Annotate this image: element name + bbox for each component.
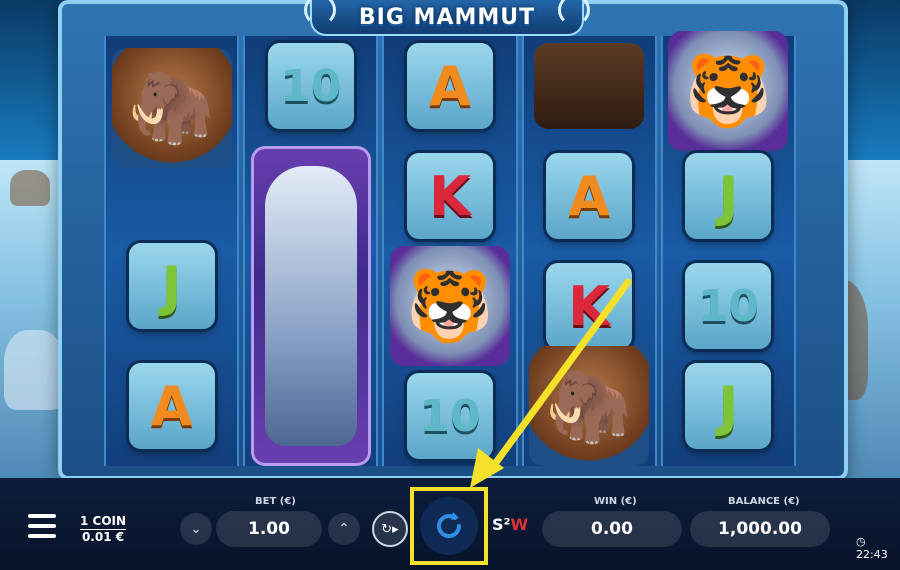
- ten-symbol: 10: [685, 263, 772, 349]
- game-title: BIG MAMMUT: [358, 4, 536, 30]
- sabertooth-symbol: 🐯: [390, 246, 510, 366]
- reel-symbol: [524, 36, 655, 136]
- mammoth-symbol: 🦣: [111, 47, 232, 168]
- ice-boulder: [4, 330, 64, 410]
- spin-refresh-icon: [437, 512, 461, 538]
- hamburger-icon[interactable]: [28, 514, 56, 538]
- sabertooth-body: [265, 166, 358, 446]
- ten-symbol: 10: [407, 373, 493, 459]
- balance-value: 1,000.00: [690, 511, 830, 547]
- boots-symbol: [534, 43, 645, 129]
- provider-logo: S²W: [492, 515, 529, 534]
- menu-line: [28, 514, 56, 518]
- game-title-plate: BIG MAMMUT: [304, 0, 590, 36]
- bet-value: 1.00: [216, 511, 322, 547]
- win-value: 0.00: [542, 511, 682, 547]
- reel-symbol: K: [384, 146, 515, 246]
- reel-symbol: 🦣: [106, 36, 237, 179]
- reel-symbol: A: [384, 36, 515, 136]
- reel-2: 10: [243, 36, 379, 466]
- a-symbol: A: [546, 153, 633, 239]
- j-symbol: J: [685, 363, 772, 449]
- coin-label: 1 COIN: [80, 514, 127, 530]
- sabertooth-symbol: 🐯: [668, 31, 789, 151]
- tall-sabertooth-symbol: [251, 146, 372, 466]
- j-symbol: J: [128, 243, 215, 329]
- balance-label: BALANCE (€): [728, 496, 800, 507]
- chevron-up-icon: ⌃: [338, 521, 350, 537]
- mammoth-symbol: 🦣: [529, 346, 650, 466]
- reel-4: A K 🦣: [521, 36, 657, 466]
- menu-line: [28, 534, 56, 538]
- title-ring-left: [304, 0, 336, 26]
- autoplay-button[interactable]: ↻▸: [372, 511, 408, 547]
- reel-symbol: 10: [245, 36, 376, 136]
- coin-value-button[interactable]: 1 COIN 0.01 €: [80, 514, 127, 545]
- reel-symbol: J: [663, 356, 794, 456]
- clock-icon: ◷: [856, 535, 866, 548]
- autoplay-icon: ↻▸: [381, 521, 399, 537]
- menu-line: [28, 524, 56, 528]
- chevron-down-icon: ⌄: [190, 521, 202, 537]
- reel-1: 🦣 J A: [104, 36, 240, 466]
- bet-decrease-button[interactable]: ⌄: [180, 513, 212, 545]
- reel-symbol: 🐯: [384, 246, 515, 366]
- reel-symbol: K: [524, 256, 655, 356]
- k-symbol: K: [546, 263, 633, 349]
- reel-3: A K 🐯 10: [382, 36, 518, 466]
- ten-symbol: 10: [267, 43, 354, 129]
- j-symbol: J: [685, 153, 772, 239]
- reel-symbol: A: [524, 146, 655, 246]
- spin-button[interactable]: [420, 497, 478, 555]
- bet-increase-button[interactable]: ⌃: [328, 513, 360, 545]
- reel-symbol: J: [663, 146, 794, 246]
- clock-display: ◷ 22:43: [856, 535, 900, 561]
- a-symbol: A: [128, 363, 215, 449]
- reels-area: 🦣 J A 10 A K 🐯 10 A K 🦣 🐯 J 10 J: [104, 31, 797, 466]
- reel-5: 🐯 J 10 J: [660, 31, 797, 466]
- bet-label: BET (€): [255, 496, 296, 507]
- clock-time: 22:43: [856, 548, 888, 561]
- reel-symbol: 10: [663, 256, 794, 356]
- reel-symbol: J: [106, 236, 237, 336]
- reel-symbol: 🐯: [663, 31, 794, 151]
- reel-symbol: 10: [384, 366, 515, 466]
- coin-amount: 0.01 €: [81, 530, 125, 544]
- spin-highlight: [410, 487, 488, 565]
- win-label: WIN (€): [594, 496, 637, 507]
- distant-mammoth: [10, 170, 50, 206]
- a-symbol: A: [407, 43, 493, 129]
- reel-symbol: A: [106, 356, 237, 456]
- reel-symbol: 🦣: [524, 346, 655, 466]
- k-symbol: K: [407, 153, 493, 239]
